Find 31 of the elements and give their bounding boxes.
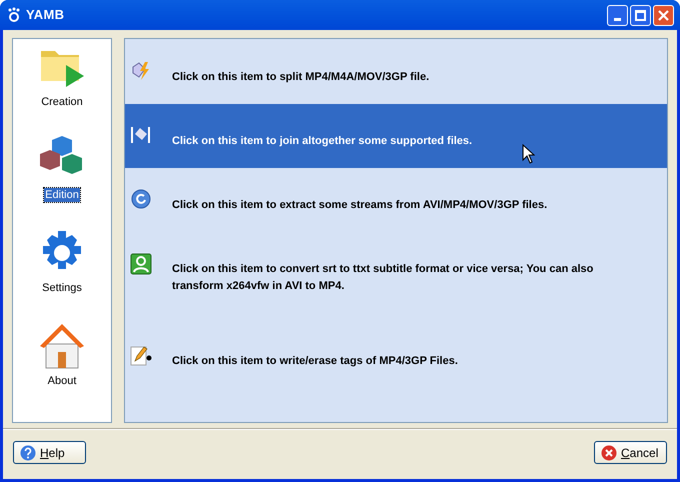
- minimize-button[interactable]: [607, 4, 628, 26]
- task-item[interactable]: Click on this item to split MP4/M4A/MOV/3GP file.: [125, 40, 667, 104]
- task-item[interactable]: Click on this item to convert srt to ttxt subtitle format or vice versa; You can also transform x264vfw in AVI to MP4.: [125, 232, 667, 324]
- house-icon: [38, 322, 86, 370]
- user-icon: [130, 253, 152, 275]
- maximize-button[interactable]: [630, 4, 651, 26]
- close-button[interactable]: [653, 4, 674, 26]
- window-title: YAMB: [26, 6, 64, 24]
- sidebar-item[interactable]: Creation: [40, 95, 84, 109]
- mouse-cursor-icon: [522, 144, 535, 164]
- close-icon: [601, 444, 617, 460]
- lightning-icon: [131, 61, 151, 81]
- join-icon: [131, 125, 151, 145]
- task-text: Click on this item to write/erase tags of MP4/3GP Files.: [172, 354, 458, 369]
- help-icon: [20, 444, 36, 460]
- task-text: Click on this item to convert srt to ttxt subtitle format or vice versa; You can also transform x264vfw in AVI to MP4.: [172, 262, 594, 294]
- sidebar-item[interactable]: About: [46, 374, 78, 388]
- task-item[interactable]: Click on this item to extract some streams from AVI/MP4/MOV/3GP files.: [125, 168, 667, 232]
- help-button[interactable]: Help: [13, 441, 86, 464]
- refresh-icon: [131, 189, 151, 209]
- task-item[interactable]: Click on this item to join altogether some supported files.: [125, 104, 667, 168]
- task-item[interactable]: Click on this item to write/erase tags of MP4/3GP Files.: [125, 324, 667, 410]
- pencil-icon: [130, 345, 152, 367]
- task-text: Click on this item to join altogether some supported files.: [172, 134, 472, 149]
- foot-icon: [6, 7, 22, 23]
- task-text: Click on this item to split MP4/M4A/MOV/3GP file.: [172, 70, 430, 85]
- cancel-button[interactable]: Cancel: [594, 441, 667, 464]
- task-text: Click on this item to extract some streams from AVI/MP4/MOV/3GP files.: [172, 198, 548, 213]
- close-icon: [658, 10, 669, 20]
- sidebar-item[interactable]: Edition: [44, 188, 80, 202]
- sidebar-item[interactable]: Settings: [41, 281, 83, 295]
